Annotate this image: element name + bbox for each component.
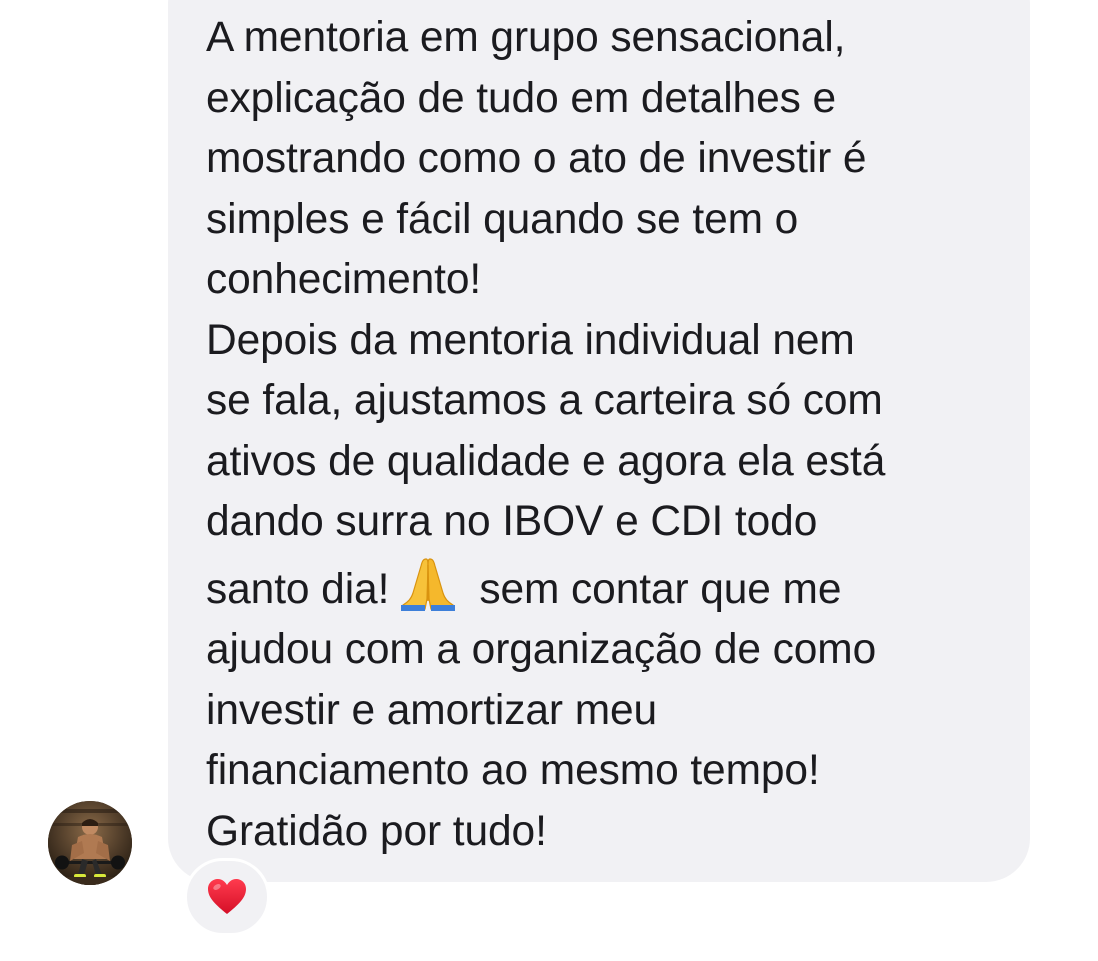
sender-avatar[interactable] bbox=[48, 801, 132, 885]
profile-photo-icon bbox=[48, 801, 132, 885]
message-line: ativos de qualidade e agora ela está bbox=[206, 437, 886, 485]
message-line: A mentoria em grupo sensacional, bbox=[206, 14, 846, 61]
message-line: simples e fácil quando se tem o bbox=[206, 195, 799, 243]
message-line: Gratidão por tudo! bbox=[206, 807, 547, 855]
message-line: explicação de tudo em detalhes e bbox=[206, 74, 837, 122]
message-line: investir e amortizar meu bbox=[206, 686, 658, 734]
message-paragraph-1: A mentoria em grupo sensacional, explica… bbox=[206, 8, 1000, 311]
message-line: conhecimento! bbox=[206, 256, 482, 303]
message-line: ajudou com a organização de como bbox=[206, 626, 877, 673]
praying-hands-icon bbox=[401, 557, 456, 611]
message-line-with-emoji: santo dia! sem contar que me bbox=[206, 553, 1000, 621]
message-text-segment: sem contar que me bbox=[479, 565, 842, 613]
message-bubble[interactable]: A mentoria em grupo sensacional, explica… bbox=[168, 0, 1030, 882]
message-line: mostrando como o ato de investir é bbox=[206, 135, 867, 182]
message-line: se fala, ajustamos a carteira só com bbox=[206, 377, 883, 424]
heart-icon bbox=[208, 879, 246, 914]
heart-reaction-badge[interactable] bbox=[184, 858, 270, 936]
message-line: dando surra no IBOV e CDI todo bbox=[206, 498, 818, 545]
message-line: Depois da mentoria individual nem bbox=[206, 316, 855, 364]
message-line: financiamento ao mesmo tempo! bbox=[206, 747, 820, 794]
message-paragraph-2: Depois da mentoria individual nem se fal… bbox=[206, 311, 1000, 863]
message-text-segment: santo dia! bbox=[206, 565, 390, 613]
